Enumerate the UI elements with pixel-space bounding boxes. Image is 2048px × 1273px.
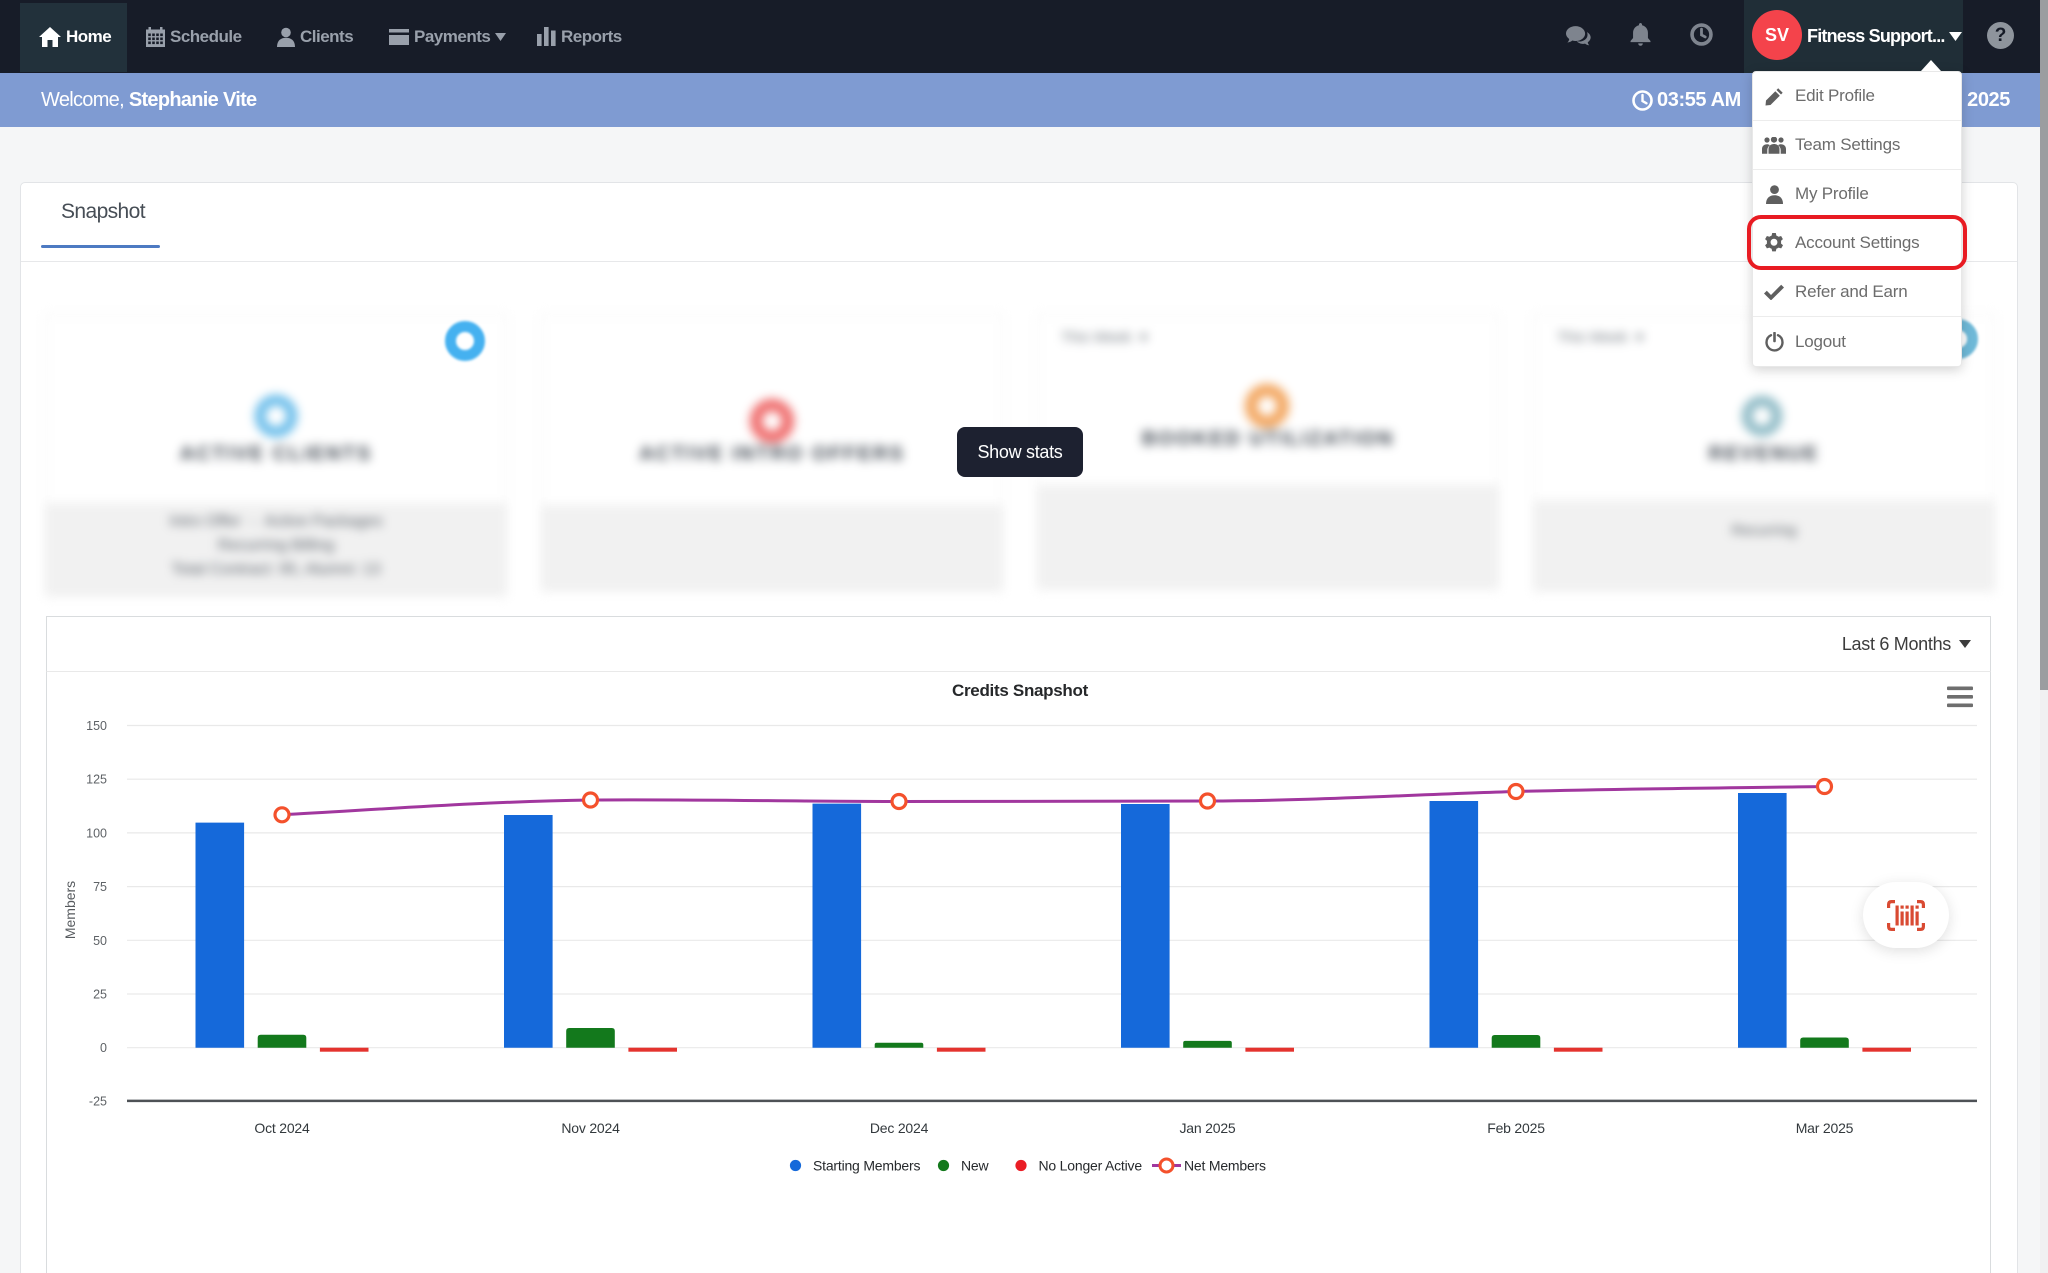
- svg-text:Jan 2025: Jan 2025: [1179, 1120, 1235, 1136]
- svg-text:Dec 2024: Dec 2024: [870, 1120, 929, 1136]
- svg-text:Nov 2024: Nov 2024: [561, 1120, 620, 1136]
- svg-text:Starting Members: Starting Members: [813, 1158, 920, 1174]
- svg-text:-25: -25: [89, 1094, 107, 1108]
- svg-text:No Longer Active: No Longer Active: [1039, 1158, 1143, 1174]
- svg-text:Feb 2025: Feb 2025: [1487, 1120, 1545, 1136]
- svg-text:New: New: [961, 1158, 989, 1174]
- svg-text:Oct 2024: Oct 2024: [254, 1120, 310, 1136]
- svg-text:Net Members: Net Members: [1184, 1158, 1266, 1174]
- svg-text:25: 25: [93, 988, 107, 1002]
- svg-text:50: 50: [93, 934, 107, 948]
- svg-text:Mar 2025: Mar 2025: [1796, 1120, 1854, 1136]
- svg-text:Credits Snapshot: Credits Snapshot: [952, 681, 1089, 700]
- svg-text:Members: Members: [62, 881, 78, 939]
- svg-text:100: 100: [86, 826, 107, 840]
- svg-text:150: 150: [86, 719, 107, 733]
- svg-text:125: 125: [86, 773, 107, 787]
- svg-text:0: 0: [100, 1041, 107, 1055]
- svg-text:75: 75: [93, 880, 107, 894]
